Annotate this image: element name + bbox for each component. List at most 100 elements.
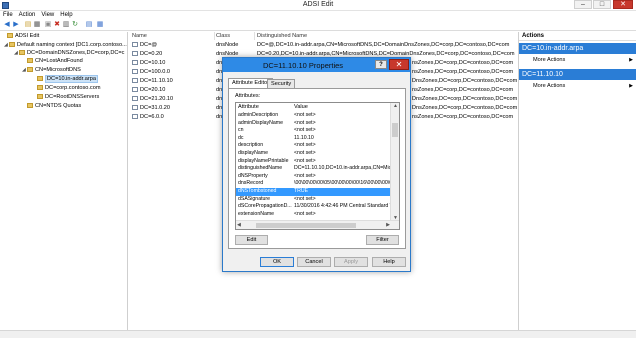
attribute-row[interactable]: distinguishedName DC=11.10.10,DC=10.in-ad…	[236, 165, 391, 173]
grid-header-attribute[interactable]: Attribute	[238, 104, 259, 110]
tree-item-microsoftdns[interactable]: ◢ CN=MicrosoftDNS	[22, 66, 81, 74]
context-help-button[interactable]: ?	[375, 60, 387, 69]
tree-item-ntds-quotas[interactable]: CN=NTDS Quotas	[22, 102, 81, 110]
column-header-name[interactable]: Name	[132, 33, 147, 39]
more-actions-item[interactable]: More Actions ▶	[533, 82, 636, 90]
column-divider[interactable]	[254, 32, 255, 40]
tree-pane: ADSI Edit ◢ Default naming context [DC1.c…	[0, 32, 128, 338]
scroll-thumb[interactable]	[392, 123, 398, 137]
forward-icon[interactable]: ▶	[12, 21, 20, 29]
menu-help[interactable]: Help	[57, 11, 75, 19]
submenu-arrow-icon: ▶	[629, 83, 633, 89]
tree-item-root[interactable]: ADSI Edit	[2, 32, 39, 40]
column-header-distinguished-name[interactable]: Distinguished Name	[257, 33, 307, 39]
list-item[interactable]: DC=31.0.20 dn DnsZones,DC=corp,DC=contoso,…	[129, 104, 517, 112]
attribute-row[interactable]: dNSProperty <not set>	[236, 173, 391, 181]
menu-file[interactable]: File	[0, 11, 16, 19]
actions-section-10-in-addr-arpa[interactable]: DC=10.in-addr.arpa	[519, 43, 636, 54]
attribute-row[interactable]: displayNamePrintable <not set>	[236, 158, 391, 166]
tree-item-lostandfound[interactable]: CN=LostAndFound	[22, 57, 83, 65]
list-item[interactable]: DC=0.20 dnsNode DC=0.20,DC=10.in-addr.arpa…	[129, 50, 515, 58]
status-bar	[0, 330, 636, 338]
scroll-left-icon[interactable]: ◀	[237, 222, 241, 228]
list-item[interactable]: DC=20.10 dn nsZones,DC=corp,DC=contoso,DC=…	[129, 86, 513, 94]
show-hide-tree-icon[interactable]: ▦	[33, 21, 41, 29]
menu-view[interactable]: View	[38, 11, 57, 19]
list-item[interactable]: DC=11.10.10 dn DnsZones,DC=corp,DC=contoso…	[129, 77, 517, 85]
properties-icon[interactable]: ▣	[44, 21, 52, 29]
column-divider[interactable]	[214, 32, 215, 40]
attribute-row[interactable]: extensionName <not set>	[236, 211, 391, 219]
actions-header: Actions	[519, 32, 636, 41]
cancel-button[interactable]: Cancel	[297, 257, 331, 267]
attribute-row[interactable]: dc 11.10.10	[236, 135, 391, 143]
actions-section-11-10-10[interactable]: DC=11.10.10	[519, 69, 636, 80]
back-icon[interactable]: ◀	[3, 21, 11, 29]
help-button[interactable]: Help	[372, 257, 406, 267]
list-item[interactable]: DC=@ dnsNode DC=@,DC=10.in-addr.arpa,CN=Mi…	[129, 41, 509, 49]
dns-node-icon	[132, 69, 138, 74]
scroll-right-icon[interactable]: ▶	[386, 222, 390, 228]
apply-button[interactable]: Apply	[334, 257, 368, 267]
attribute-row[interactable]: adminDisplayName <not set>	[236, 120, 391, 128]
horizontal-scrollbar[interactable]: ◀ ▶	[236, 220, 399, 229]
edit-button[interactable]: Edit	[235, 235, 268, 245]
close-button[interactable]: ✕	[613, 0, 633, 9]
list-item[interactable]: DC=100.0.0 dn nsZones,DC=corp,DC=contoso,D…	[129, 68, 513, 76]
copy-icon[interactable]: ▥	[62, 21, 70, 29]
folder-icon	[37, 94, 43, 99]
tree-item-default-naming-context[interactable]: ◢ Default naming context [DC1.corp.contos…	[4, 41, 127, 49]
grid-header-value[interactable]: Value	[294, 104, 308, 110]
list-item[interactable]: DC=21.20.10 dn DnsZones,DC=corp,DC=contoso…	[129, 95, 517, 103]
up-folder-icon[interactable]: ▤	[24, 21, 32, 29]
attributes-list[interactable]: Attribute Value adminDescription <not set…	[235, 102, 400, 230]
attribute-row[interactable]: dSCorePropagationD... 11/30/2016 4:42:46 …	[236, 203, 391, 211]
maximize-button[interactable]: □	[593, 0, 611, 9]
properties-dialog: DC=11.10.10 Properties ? ✕ Attribute Edi…	[222, 57, 411, 272]
submenu-arrow-icon: ▶	[629, 57, 633, 63]
dns-node-icon	[132, 114, 138, 119]
toolbar: ◀ ▶ ▤ ▦ ▣ ✖ ▥ ↻ ▤ ▦	[0, 20, 636, 31]
list-item[interactable]: DC=6.0.0 dn nsZones,DC=corp,DC=contoso,DC=…	[129, 113, 513, 121]
delete-icon[interactable]: ✖	[53, 21, 61, 29]
attribute-row[interactable]: dSASignature <not set>	[236, 196, 391, 204]
attribute-row[interactable]: cn <not set>	[236, 127, 391, 135]
attribute-row-selected[interactable]: dNSTombstoned TRUE	[236, 188, 391, 196]
tree-item-domaindnszones[interactable]: ◢ DC=DomainDNSZones,DC=corp,DC=c	[14, 49, 124, 57]
folder-icon	[37, 76, 43, 81]
column-header-class[interactable]: Class	[216, 33, 230, 39]
help-topics-icon[interactable]: ▦	[96, 21, 104, 29]
tree-item-rootdnsservers[interactable]: DC=RootDNSServers	[32, 93, 99, 101]
dns-node-icon	[132, 60, 138, 65]
dialog-title: DC=11.10.10 Properties	[262, 61, 344, 70]
dialog-title-bar: DC=11.10.10 Properties ? ✕	[223, 58, 410, 72]
attribute-row[interactable]: description <not set>	[236, 142, 391, 150]
folder-icon	[27, 103, 33, 108]
actions-pane: Actions DC=10.in-addr.arpa More Actions ▶…	[518, 32, 636, 338]
scroll-up-icon[interactable]: ▲	[393, 103, 398, 109]
refresh-icon[interactable]: ↻	[71, 21, 79, 29]
filter-button[interactable]: Filter	[366, 235, 399, 245]
attributes-label: Attributes:	[235, 93, 261, 99]
vertical-scrollbar[interactable]: ▲ ▼	[390, 103, 399, 221]
export-list-icon[interactable]: ▤	[85, 21, 93, 29]
scroll-thumb[interactable]	[256, 223, 356, 228]
minimize-button[interactable]: –	[574, 0, 592, 9]
dialog-close-button[interactable]: ✕	[389, 59, 409, 70]
folder-icon	[19, 50, 25, 55]
attribute-row[interactable]: adminDescription <not set>	[236, 112, 391, 120]
menu-action[interactable]: Action	[16, 11, 39, 19]
list-item[interactable]: DC=10.10 dn nsZones,DC=corp,DC=contoso,DC=…	[129, 59, 513, 67]
attribute-row[interactable]: displayName <not set>	[236, 150, 391, 158]
tab-security[interactable]: Security	[267, 79, 296, 88]
tree-item-10-in-addr-arpa[interactable]: DC=10.in-addr.arpa	[32, 75, 98, 83]
window-title-bar: ADSI Edit – □ ✕	[0, 0, 636, 11]
tree-item-corp-contoso-com[interactable]: DC=corp.contoso.com	[32, 84, 101, 92]
ok-button[interactable]: OK	[260, 257, 294, 267]
dns-node-icon	[132, 78, 138, 83]
dns-node-icon	[132, 51, 138, 56]
window-title: ADSI Edit	[302, 1, 334, 8]
more-actions-item[interactable]: More Actions ▶	[533, 56, 636, 64]
attribute-editor-panel: Attributes: Attribute Value adminDescrip…	[228, 88, 406, 249]
attribute-row[interactable]: dnsRecord \00\00\00\00\05\00\00\00\00\16\…	[236, 180, 391, 188]
